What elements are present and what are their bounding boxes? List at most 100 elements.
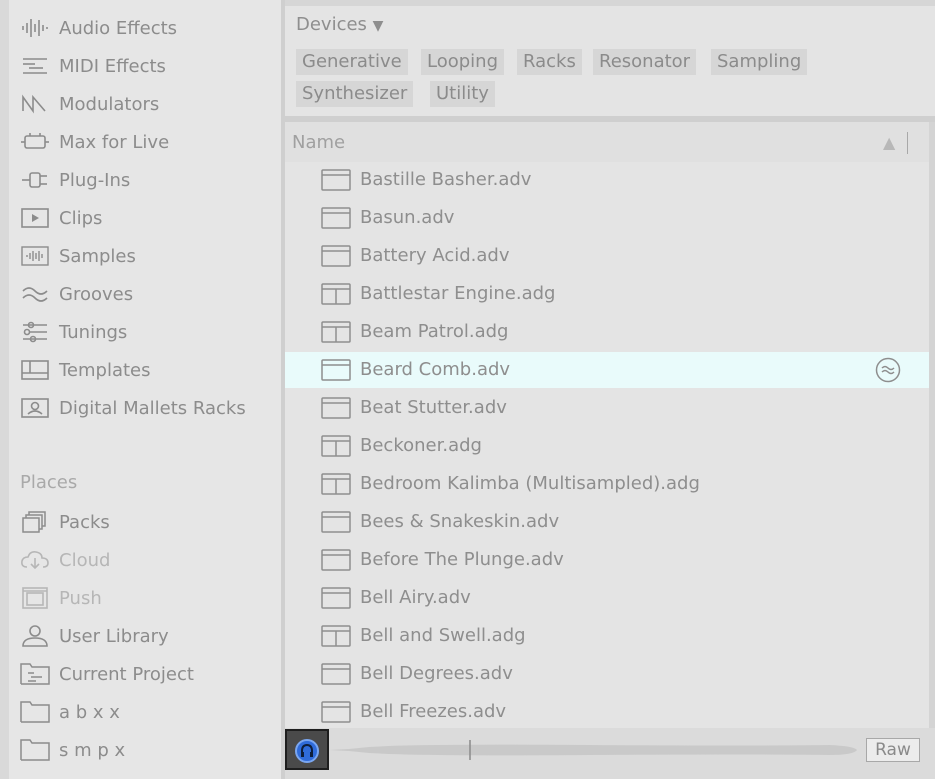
hot-swap-icon[interactable] (875, 357, 901, 387)
top-border (285, 0, 935, 6)
list-item-label: Bell Airy.adv (360, 587, 471, 608)
list-item-label: Bedroom Kalimba (Multisampled).adg (360, 473, 700, 494)
sidebar-item-cloud[interactable]: Cloud (20, 545, 278, 575)
grooves-icon (20, 282, 50, 306)
list-item[interactable]: Battlestar Engine.adg (285, 276, 929, 312)
sidebar-item-clips[interactable]: Clips (20, 203, 278, 233)
preset-icon (321, 586, 351, 614)
list-item[interactable]: Bedroom Kalimba (Multisampled).adg (285, 466, 929, 502)
rack-icon (321, 624, 351, 652)
sidebar-item-label: User Library (59, 625, 169, 647)
audio-effects-icon (20, 16, 50, 40)
rack-icon (321, 434, 351, 462)
filter-tag-generative[interactable]: Generative (296, 49, 408, 75)
preset-icon (321, 548, 351, 576)
list-item[interactable]: Beckoner.adg (285, 428, 929, 464)
filter-tag-synthesizer[interactable]: Synthesizer (296, 81, 414, 107)
sidebar-item-label: MIDI Effects (59, 55, 166, 77)
sidebar-item-modulators[interactable]: Modulators (20, 89, 278, 119)
project-folder-icon (20, 662, 50, 686)
list-item[interactable]: Basun.adv (285, 200, 929, 236)
list-item-label: Beard Comb.adv (360, 359, 511, 380)
sidebar-item-label: Max for Live (59, 131, 170, 153)
list-item[interactable]: Beat Stutter.adv (285, 390, 929, 426)
sidebar-item-label: Audio Effects (59, 17, 178, 39)
sidebar-item-user-library[interactable]: User Library (20, 621, 278, 651)
column-resize-handle[interactable] (907, 132, 908, 154)
list-item-label: Battery Acid.adv (360, 245, 510, 266)
sidebar-item-label: a b x x (59, 701, 120, 723)
modulators-icon (20, 92, 50, 116)
list-item[interactable]: Bell Airy.adv (285, 580, 929, 616)
filter-tag-utility[interactable]: Utility (430, 81, 495, 107)
sidebar-edge (0, 0, 9, 779)
scrollbar[interactable] (929, 122, 935, 728)
folder-icon (20, 738, 50, 762)
preset-icon (321, 510, 351, 538)
sidebar-item-label: Current Project (59, 663, 194, 685)
sidebar-item-folder-abxx[interactable]: a b x x (20, 697, 278, 727)
list-item[interactable]: Beam Patrol.adg (285, 314, 929, 350)
list-item[interactable]: Battery Acid.adv (285, 238, 929, 274)
places-header: Places (20, 472, 78, 493)
midi-effects-icon (20, 54, 50, 78)
list-item-label: Bell Degrees.adv (360, 663, 513, 684)
sidebar-item-label: Modulators (59, 93, 160, 115)
list-item[interactable]: Beard Comb.adv (285, 352, 929, 388)
filter-tag-racks[interactable]: Racks (517, 49, 582, 75)
sidebar-item-folder-smpx[interactable]: s m p x (20, 735, 278, 765)
sidebar-item-digital-mallets-racks[interactable]: Digital Mallets Racks (20, 393, 278, 423)
preview-toggle-button[interactable] (285, 729, 329, 770)
sidebar-item-grooves[interactable]: Grooves (20, 279, 278, 309)
list-item[interactable]: Bees & Snakeskin.adv (285, 504, 929, 540)
list-item-label: Basun.adv (360, 207, 455, 228)
column-header-name[interactable]: Name ▲ (285, 122, 929, 162)
sidebar-item-label: Digital Mallets Racks (59, 397, 246, 419)
cloud-icon (20, 548, 50, 572)
sidebar-item-plug-ins[interactable]: Plug-Ins (20, 165, 278, 195)
sidebar-item-current-project[interactable]: Current Project (20, 659, 278, 689)
preset-icon (321, 396, 351, 424)
sidebar-item-push[interactable]: Push (20, 583, 278, 613)
sidebar-item-templates[interactable]: Templates (20, 355, 278, 385)
filter-tag-looping[interactable]: Looping (421, 49, 504, 75)
list-item-label: Beam Patrol.adg (360, 321, 509, 342)
push-icon (20, 586, 50, 610)
sidebar-item-samples[interactable]: Samples (20, 241, 278, 271)
sidebar-item-label: Samples (59, 245, 136, 267)
filter-tag-sampling[interactable]: Sampling (711, 49, 808, 75)
sidebar-item-audio-effects[interactable]: Audio Effects (20, 13, 278, 43)
preview-bar: Raw (285, 728, 935, 779)
tunings-icon (20, 320, 50, 344)
list-item[interactable]: Bell and Swell.adg (285, 618, 929, 654)
sidebar-item-label: s m p x (59, 739, 126, 761)
sidebar-item-label: Templates (59, 359, 151, 381)
preset-icon (321, 206, 351, 234)
sidebar-item-max-for-live[interactable]: Max for Live (20, 127, 278, 157)
sidebar-item-tunings[interactable]: Tunings (20, 317, 278, 347)
list-item[interactable]: Bell Degrees.adv (285, 656, 929, 692)
preview-waveform[interactable] (329, 740, 859, 760)
preset-icon (321, 358, 351, 386)
sidebar-item-label: Clips (59, 207, 103, 229)
filter-tag-resonator[interactable]: Resonator (593, 49, 697, 75)
sidebar-item-label: Packs (59, 511, 110, 533)
list-item-label: Beckoner.adg (360, 435, 482, 456)
column-name-label: Name (292, 132, 346, 153)
sidebar-item-packs[interactable]: Packs (20, 507, 278, 537)
list-item[interactable]: Bell Freezes.adv (285, 694, 929, 728)
packs-icon (20, 510, 50, 534)
sidebar-item-midi-effects[interactable]: MIDI Effects (20, 51, 278, 81)
list-item[interactable]: Before The Plunge.adv (285, 542, 929, 578)
sidebar-item-label: Plug-Ins (59, 169, 131, 191)
raw-toggle-button[interactable]: Raw (866, 738, 920, 762)
collection-icon (20, 396, 50, 420)
max-for-live-icon (20, 130, 50, 154)
list-item[interactable]: Bastille Basher.adv (285, 162, 929, 198)
rack-icon (321, 282, 351, 310)
filter-title-dropdown[interactable]: Devices ▼ (296, 14, 383, 35)
sidebar-item-label: Grooves (59, 283, 134, 305)
folder-icon (20, 700, 50, 724)
list-item-label: Before The Plunge.adv (360, 549, 564, 570)
dropdown-arrow-icon: ▼ (372, 18, 384, 34)
